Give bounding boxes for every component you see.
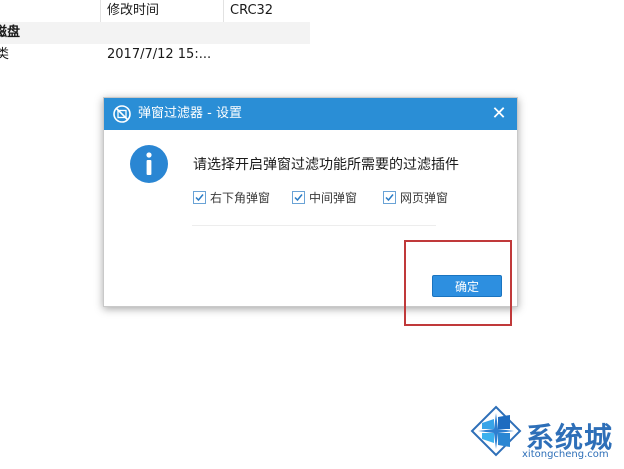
file-list-group-row[interactable]: 磁盘 [0,22,310,44]
dialog-title-bar[interactable]: 弹窗过滤器 - 设置 ✕ [104,98,517,130]
watermark-url: xitongcheng.com [522,449,609,460]
close-icon[interactable]: ✕ [487,102,511,126]
column-separator [100,0,101,22]
highlight-box [404,240,512,326]
info-icon [129,144,169,184]
option-label: 中间弹窗 [309,190,358,205]
option-label: 网页弹窗 [400,190,449,205]
column-header-modified[interactable]: 修改时间 [107,0,159,22]
file-name-fragment: 类 [0,47,10,62]
no-popup-icon [112,104,132,124]
option-center-popup[interactable]: 中间弹窗 [292,189,357,205]
column-separator [223,0,224,22]
option-web-popup[interactable]: 网页弹窗 [383,189,448,205]
group-label: 磁盘 [0,25,21,40]
file-modified-time: 2017/7/12 15:... [107,47,212,62]
divider [192,225,436,226]
option-bottom-right-popup[interactable]: 右下角弹窗 [193,189,270,205]
windows-diamond-logo [470,405,522,457]
checkbox-checked-icon[interactable] [292,190,305,204]
file-list-row[interactable]: 类 2017/7/12 15:... [0,44,310,66]
file-list-header: 修改时间 CRC32 [0,0,310,23]
file-list: 修改时间 CRC32 磁盘 类 2017/7/12 15:... [0,0,310,70]
checkbox-checked-icon[interactable] [383,190,396,204]
column-header-crc32[interactable]: CRC32 [230,0,273,22]
checkbox-checked-icon[interactable] [193,190,206,204]
option-label: 右下角弹窗 [210,190,271,205]
dialog-title: 弹窗过滤器 - 设置 [138,106,242,121]
dialog-message: 请选择开启弹窗过滤功能所需要的过滤插件 [193,157,459,173]
